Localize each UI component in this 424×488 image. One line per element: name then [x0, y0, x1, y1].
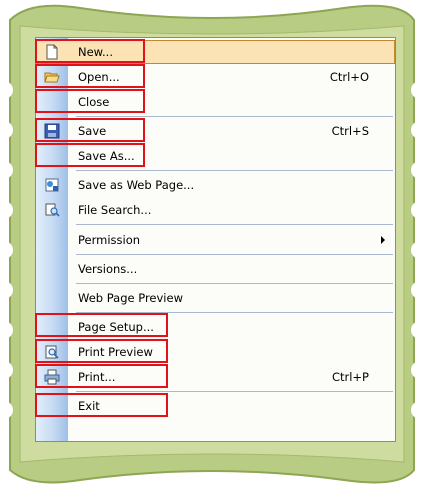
- menu-item-save-as-web-page[interactable]: Save as Web Page...: [36, 173, 395, 197]
- menu-item-save[interactable]: Save Ctrl+S: [36, 119, 395, 143]
- menu-item-web-page-preview[interactable]: Web Page Preview: [36, 286, 395, 310]
- menu-item-label: New...: [78, 45, 113, 59]
- menu-item-print-preview[interactable]: Print Preview: [36, 340, 395, 364]
- menu-separator: [76, 116, 393, 117]
- menu-item-label: Page Setup...: [78, 320, 154, 334]
- menu-item-exit[interactable]: Exit: [36, 394, 395, 418]
- menu-item-open[interactable]: Open... Ctrl+O: [36, 65, 395, 89]
- printer-icon: [44, 369, 60, 385]
- menu-item-label: Permission: [78, 233, 141, 247]
- menu-separator: [76, 391, 393, 392]
- print-preview-icon: [45, 345, 59, 359]
- menu-item-label: Exit: [78, 399, 100, 413]
- menu-item-label: Save: [78, 124, 107, 138]
- shortcut-text: Ctrl+S: [331, 124, 369, 138]
- menu-item-label: Versions...: [78, 262, 138, 276]
- submenu-arrow-icon: [381, 236, 385, 244]
- shortcut-text: Ctrl+P: [331, 370, 369, 384]
- menu-separator: [76, 312, 393, 313]
- new-document-icon: [46, 44, 58, 60]
- open-folder-icon: [44, 72, 60, 83]
- menu-separator: [76, 254, 393, 255]
- menu-item-new[interactable]: New...: [36, 40, 395, 64]
- save-disk-icon: [44, 123, 60, 139]
- menu-item-file-search[interactable]: File Search...: [36, 198, 395, 222]
- menu-item-save-as[interactable]: Save As...: [36, 144, 395, 168]
- menu-item-label: File Search...: [78, 203, 152, 217]
- web-page-icon: [45, 178, 59, 192]
- file-menu: New... Open... Ctrl+O Close Save Ctrl+S …: [35, 37, 396, 442]
- menu-item-versions[interactable]: Versions...: [36, 257, 395, 281]
- menu-item-label: Print...: [78, 370, 116, 384]
- menu-separator: [76, 170, 393, 171]
- shortcut-text: Ctrl+O: [329, 70, 369, 84]
- menu-item-label: Close: [78, 95, 110, 109]
- menu-item-label: Print Preview: [78, 345, 153, 359]
- menu-item-print[interactable]: Print... Ctrl+P: [36, 365, 395, 389]
- menu-item-label: Save as Web Page...: [78, 178, 195, 192]
- file-search-icon: [45, 203, 60, 217]
- menu-separator: [76, 224, 393, 225]
- menu-item-close[interactable]: Close: [36, 90, 395, 114]
- menu-item-permission[interactable]: Permission: [36, 228, 395, 252]
- menu-item-label: Save As...: [78, 149, 135, 163]
- menu-separator: [76, 283, 393, 284]
- menu-item-label: Web Page Preview: [78, 291, 183, 305]
- menu-item-label: Open...: [78, 70, 120, 84]
- menu-item-page-setup[interactable]: Page Setup...: [36, 315, 395, 339]
